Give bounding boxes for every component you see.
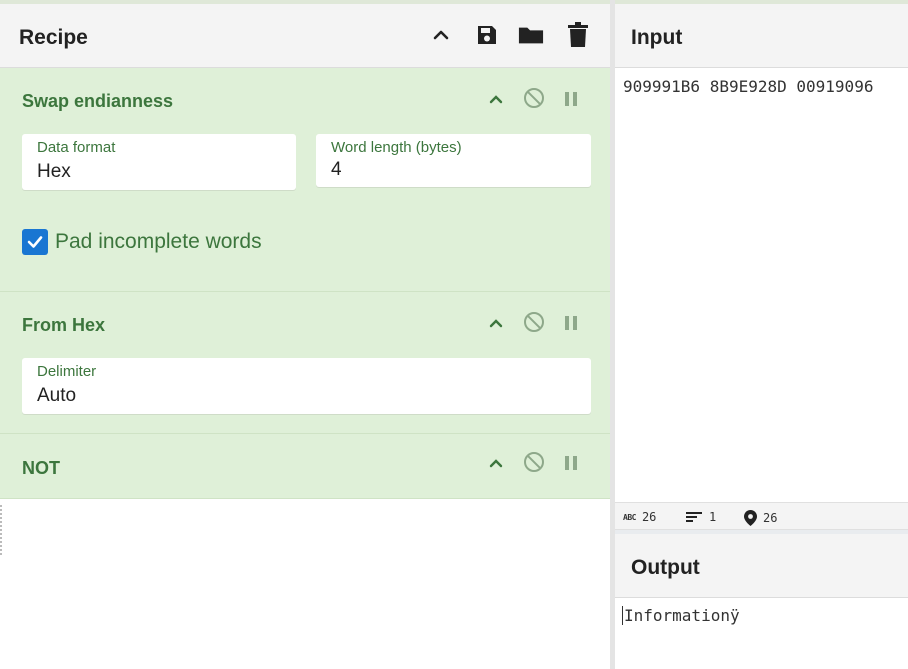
data-format-field[interactable]: Data format Hex [22,134,296,190]
pause-icon[interactable] [559,311,583,335]
recipe-header: Recipe [0,4,610,68]
operation-from-hex[interactable]: From Hex Delimiter Auto [0,292,610,434]
output-textarea[interactable]: Informationÿ [622,606,740,625]
input-panel: Input 909991B6 8B9E928D 00919096 [615,4,908,502]
recipe-title: Recipe [19,26,88,49]
field-value: Hex [37,161,71,182]
input-header: Input [615,4,908,68]
chevron-up-icon[interactable] [428,22,454,48]
disable-icon[interactable] [522,310,546,334]
cursor-position: 26 [744,510,777,526]
trash-icon[interactable] [565,22,591,48]
operation-title: Swap endianness [22,91,174,111]
disable-icon[interactable] [522,450,546,474]
chevron-up-icon[interactable] [484,87,508,111]
line-count: 1 [685,510,716,524]
line-count-value: 1 [709,510,717,524]
lines-icon [686,512,702,522]
char-count-value: 26 [641,510,657,524]
field-label: Word length (bytes) [331,139,462,156]
chevron-up-icon[interactable] [484,311,508,335]
pad-incomplete-words-checkbox[interactable] [22,229,48,255]
operation-title: From Hex [22,315,106,335]
pause-icon[interactable] [559,87,583,111]
field-label: Data format [37,139,116,156]
folder-icon[interactable] [518,22,544,48]
field-label: Delimiter [37,363,97,380]
abc-icon: ABC [623,512,636,522]
char-count: ABC 26 [623,510,656,524]
operation-swap-endianness[interactable]: Swap endianness Data format Hex Word len… [0,68,610,292]
save-icon[interactable] [474,22,500,48]
field-value: 4 [331,159,342,180]
word-length-field[interactable]: Word length (bytes) 4 [316,134,591,187]
checkbox-label: Pad incomplete words [55,230,262,253]
disable-icon[interactable] [522,86,546,110]
input-textarea[interactable]: 909991B6 8B9E928D 00919096 [623,77,873,96]
field-value: Auto [37,385,77,406]
operation-title: NOT [22,458,60,478]
pause-icon[interactable] [559,451,583,475]
location-pin-icon [744,510,757,526]
output-title: Output [631,556,700,579]
delimiter-field[interactable]: Delimiter Auto [22,358,591,414]
cursor-position-value: 26 [763,511,778,525]
resize-grip[interactable] [0,505,4,555]
recipe-panel: Recipe Swap endianness Data format Hex W… [0,4,610,669]
chevron-up-icon[interactable] [484,451,508,475]
operation-not[interactable]: NOT [0,434,610,499]
output-panel: Output Informationÿ [615,534,908,669]
input-title: Input [631,26,683,49]
input-statusbar: ABC 26 1 26 [615,502,908,530]
output-header: Output [615,534,908,598]
